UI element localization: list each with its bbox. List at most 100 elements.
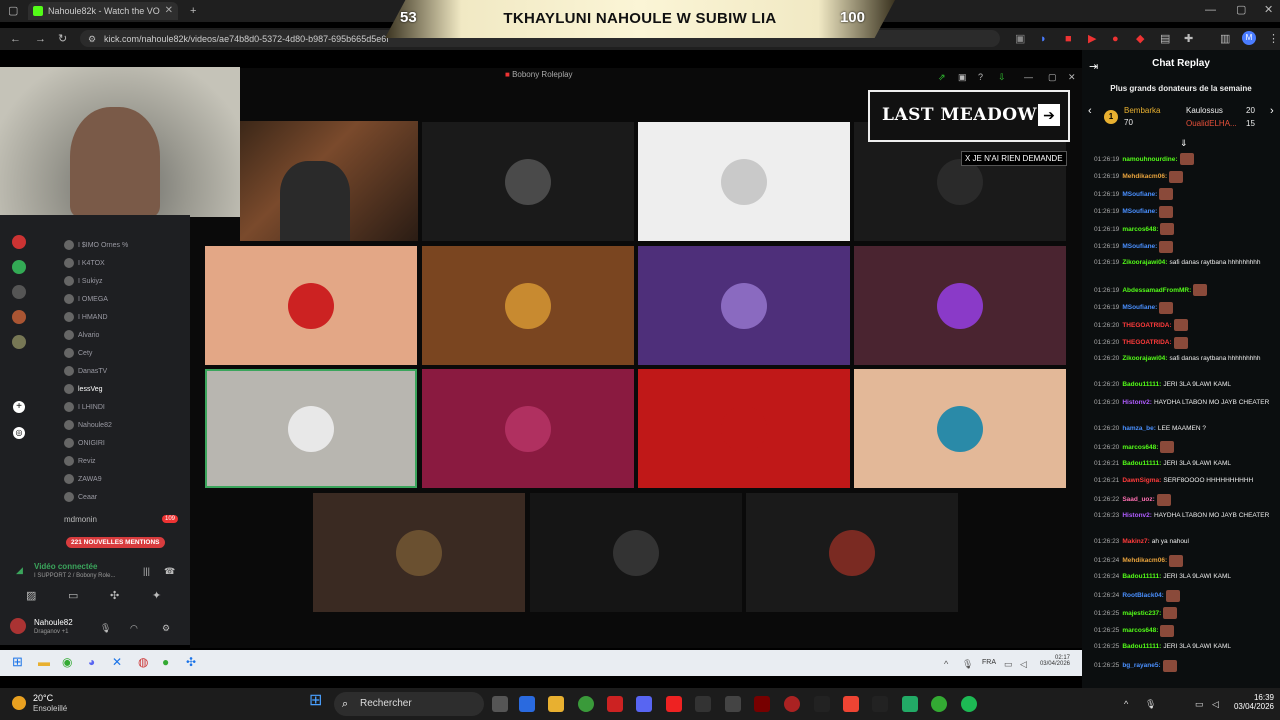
extension-icon[interactable]: ■ (1065, 33, 1072, 45)
message-user[interactable]: Saad_uoz: (1122, 496, 1155, 503)
member-item[interactable]: ONIGIRI (64, 438, 105, 448)
window-minimize-icon[interactable]: — (1024, 71, 1033, 83)
donor-name[interactable]: Bembarka (1124, 106, 1160, 115)
file-explorer-icon[interactable] (548, 696, 564, 712)
participant-tile[interactable] (746, 493, 958, 612)
participant-camera-tile[interactable] (240, 121, 418, 241)
brave-icon[interactable] (843, 696, 859, 712)
server-icon[interactable] (12, 235, 26, 249)
scroll-down-icon[interactable]: ⇓ (1180, 137, 1188, 149)
app-icon[interactable] (931, 696, 947, 712)
extension-icon[interactable]: ▶ (1088, 33, 1096, 45)
participant-tile[interactable] (854, 369, 1066, 488)
tab-menu-icon[interactable]: ▢ (8, 5, 18, 17)
screen-share-icon[interactable]: ▭ (68, 590, 78, 602)
app-icon[interactable] (695, 696, 711, 712)
reload-icon[interactable]: ↻ (58, 33, 67, 45)
extension-icon[interactable]: ● (1112, 33, 1119, 45)
microphone-icon[interactable]: 🎙 (100, 622, 111, 634)
member-item[interactable]: Reviz (64, 456, 96, 466)
discord-icon[interactable]: ◕ (88, 656, 95, 668)
extension-icon[interactable]: ▣ (1015, 33, 1025, 45)
chevron-right-icon[interactable]: › (1270, 105, 1274, 117)
profile-avatar[interactable]: M (1242, 31, 1256, 45)
help-icon[interactable]: ? (978, 71, 983, 83)
app-icon[interactable] (725, 696, 741, 712)
task-view-icon[interactable] (492, 696, 508, 712)
participant-tile[interactable] (638, 246, 850, 365)
chrome-icon[interactable] (578, 696, 594, 712)
app-icon[interactable]: ✣ (186, 656, 196, 668)
file-explorer-icon[interactable]: ▬ (38, 656, 50, 668)
app-icon[interactable]: ✕ (112, 656, 122, 668)
participant-tile[interactable] (530, 493, 742, 612)
message-user[interactable]: THEGOATRIDA: (1122, 322, 1171, 329)
member-item[interactable]: I $IMO Ornes % (64, 240, 128, 250)
camera-off-icon[interactable]: ▨ (26, 590, 36, 602)
message-user[interactable]: marcos648: (1122, 627, 1158, 634)
tray-volume-icon[interactable]: ◁ (1020, 658, 1027, 670)
message-user[interactable]: MSoufiane: (1122, 191, 1157, 198)
server-icon[interactable] (12, 310, 26, 324)
minimize-icon[interactable]: — (1205, 4, 1216, 16)
extension-icon[interactable]: ▤ (1160, 33, 1170, 45)
forward-icon[interactable]: → (35, 33, 46, 45)
member-item[interactable]: I HMAND (64, 312, 108, 322)
participant-tile[interactable] (854, 246, 1066, 365)
disconnect-icon[interactable]: ☎ (164, 565, 175, 577)
new-mentions-badge[interactable]: 221 NOUVELLES MENTIONS (66, 537, 165, 548)
message-user[interactable]: AbdessamadFromMR: (1122, 287, 1191, 294)
taskbar-search[interactable]: ⌕ Rechercher (334, 692, 484, 716)
member-item[interactable]: Ceaar (64, 492, 97, 502)
settings-gear-icon[interactable]: ⚙ (162, 622, 170, 634)
message-user[interactable]: Histonv2: (1122, 399, 1152, 406)
member-item[interactable]: Alvario (64, 330, 99, 340)
member-item[interactable]: lessVeg (64, 384, 103, 394)
language-indicator[interactable]: FRA (982, 659, 996, 666)
app-icon[interactable] (902, 696, 918, 712)
teams-icon[interactable] (636, 696, 652, 712)
window-close-icon[interactable]: ✕ (1068, 71, 1076, 83)
weather-temp[interactable]: 20°C (33, 693, 53, 703)
tray-network-icon[interactable]: ▭ (1004, 658, 1013, 670)
youtube-icon[interactable] (666, 696, 682, 712)
windows-start-icon[interactable]: ⊞ (309, 693, 322, 709)
new-tab-icon[interactable]: + (190, 5, 196, 17)
message-user[interactable]: namouhnourdine: (1122, 156, 1177, 163)
participant-tile[interactable] (422, 122, 634, 241)
server-icon[interactable] (12, 335, 26, 349)
server-label[interactable]: mdmonin (64, 515, 97, 524)
app-icon[interactable]: ◍ (138, 656, 148, 668)
member-item[interactable]: I LHINDI (64, 402, 105, 412)
user-avatar[interactable] (10, 618, 26, 634)
noise-icon[interactable]: ||| (143, 565, 150, 577)
windows-start-icon[interactable]: ⊞ (12, 655, 23, 668)
message-user[interactable]: Histonv2: (1122, 512, 1152, 519)
weather-sun-icon[interactable] (12, 696, 26, 710)
participant-tile[interactable] (422, 369, 634, 488)
activities-icon[interactable]: ✣ (110, 590, 119, 602)
chrome-icon[interactable]: ◉ (62, 656, 72, 668)
extensions-puzzle-icon[interactable]: ✚ (1184, 33, 1193, 45)
server-icon[interactable] (12, 285, 26, 299)
message-user[interactable]: Badou11111: (1122, 573, 1161, 580)
close-tab-icon[interactable]: ✕ (165, 5, 173, 16)
member-item[interactable]: ZAWA9 (64, 474, 102, 484)
tray-chevron-icon[interactable]: ^ (944, 658, 948, 670)
app-icon[interactable] (872, 696, 888, 712)
member-item[interactable]: DanasTV (64, 366, 107, 376)
app-icon[interactable] (754, 696, 770, 712)
extension-icon[interactable]: ◗ (1040, 33, 1047, 45)
tray-volume-icon[interactable]: ◁ (1212, 698, 1219, 710)
tray-chevron-icon[interactable]: ^ (1124, 698, 1128, 710)
browser-menu-icon[interactable]: ⋮ (1268, 33, 1279, 45)
message-user[interactable]: hamza_be: (1122, 425, 1156, 432)
soundboard-icon[interactable]: ✦ (152, 590, 161, 602)
message-user[interactable]: majestic237: (1122, 610, 1161, 617)
close-window-icon[interactable]: ✕ (1264, 4, 1273, 16)
message-user[interactable]: bg_rayane5: (1122, 662, 1160, 669)
voice-channel[interactable]: I SUPPORT 2 / Bobony Role... (34, 573, 115, 579)
maximize-icon[interactable]: ▢ (1236, 4, 1246, 16)
message-user[interactable]: RootBlack04: (1122, 592, 1164, 599)
site-info-icon[interactable]: ⚙ (88, 33, 96, 45)
